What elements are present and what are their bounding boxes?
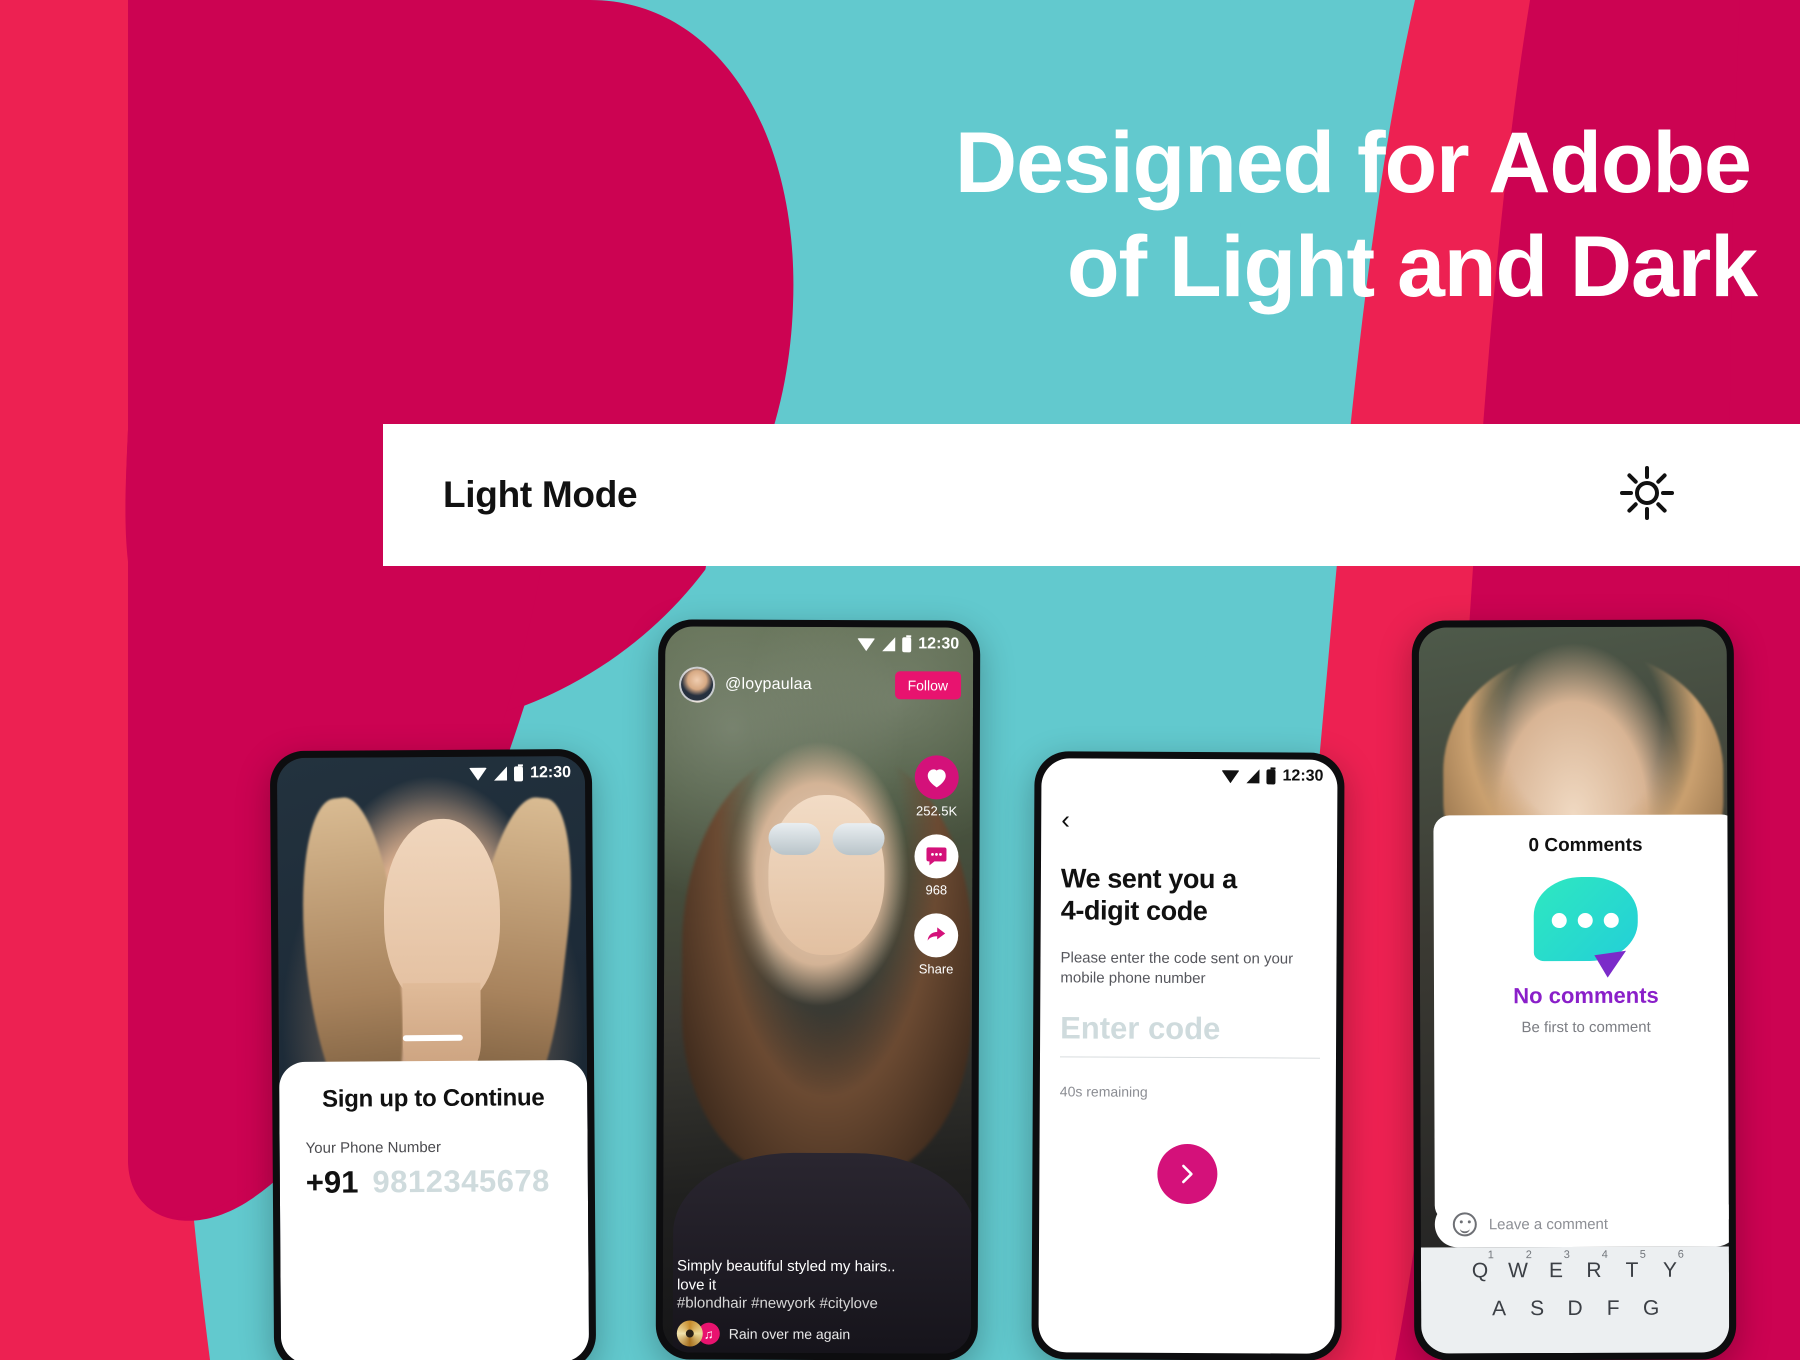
key-g[interactable]: G: [1639, 1297, 1663, 1321]
share-icon[interactable]: [914, 913, 959, 958]
key-e[interactable]: 3E: [1544, 1249, 1570, 1283]
key-t[interactable]: 5T: [1620, 1249, 1646, 1283]
status-time: 12:30: [918, 635, 960, 653]
poster-stage: Designed for Adobe of Light and Dark Lig…: [0, 0, 1800, 1360]
music-row[interactable]: ♫ Rain over me again: [676, 1320, 897, 1348]
status-bar-code: 12:30: [1041, 758, 1337, 794]
on-screen-keyboard[interactable]: 1Q 2W 3E 4R 5T 6Y A S D F G: [1420, 1246, 1730, 1354]
no-comments-subtitle: Be first to comment: [1521, 1018, 1651, 1037]
photo-sunglasses: [768, 822, 885, 857]
keyboard-row-1: 1Q 2W 3E 4R 5T 6Y: [1421, 1249, 1729, 1283]
music-title: Rain over me again: [728, 1325, 851, 1343]
code-title-line2: 4-digit code: [1060, 895, 1208, 926]
sun-icon[interactable]: [1619, 465, 1675, 526]
signup-title: Sign up to Continue: [322, 1084, 545, 1113]
battery-icon: [514, 765, 524, 781]
signup-sheet: Sign up to Continue Your Phone Number +9…: [279, 1059, 590, 1360]
caption-text: Simply beautiful styled my hairs.. love …: [676, 1257, 896, 1294]
music-disc-icon: [676, 1320, 703, 1347]
code-input-wrap[interactable]: Enter code: [1059, 1010, 1320, 1059]
next-button[interactable]: [1157, 1143, 1218, 1205]
status-time: 12:30: [530, 764, 572, 782]
feed-action-rail: 252.5K 968 Share: [914, 755, 959, 992]
key-f[interactable]: F: [1601, 1297, 1625, 1321]
comments-card: 0 Comments No comments Be first to comme…: [1433, 814, 1730, 1222]
code-title: We sent you a 4-digit code: [1061, 863, 1237, 928]
back-icon[interactable]: ‹: [1061, 804, 1070, 834]
comment-icon[interactable]: [914, 834, 959, 879]
key-r[interactable]: 4R: [1582, 1249, 1608, 1283]
gesture-indicator: [402, 1034, 463, 1042]
signal-icon: [1246, 769, 1260, 784]
like-count: 252.5K: [915, 803, 958, 819]
hero-headline-line2: of Light and Dark: [1067, 219, 1758, 315]
smiley-icon[interactable]: [1452, 1212, 1477, 1237]
hero-headline: Designed for Adobe of Light and Dark: [955, 120, 1800, 310]
key-s[interactable]: S: [1525, 1297, 1549, 1321]
comment-action[interactable]: 968: [914, 834, 959, 898]
key-y[interactable]: 6Y: [1658, 1249, 1684, 1283]
comment-input-bar[interactable]: Leave a comment: [1434, 1200, 1730, 1248]
chevron-right-icon: [1182, 1164, 1193, 1184]
comment-count: 968: [925, 882, 948, 898]
heart-icon[interactable]: [914, 755, 959, 800]
signal-icon: [494, 766, 508, 781]
signup-screen: 12:30 Sign up to Continue Your Phone Num…: [276, 755, 590, 1360]
speech-bubble-icon: [1533, 876, 1638, 980]
code-screen: 12:30 ‹ We sent you a 4-digit code Pleas…: [1038, 758, 1338, 1354]
avatar[interactable]: [679, 666, 716, 703]
caption-hashtags[interactable]: #blondhair #newyork #citylove: [677, 1295, 897, 1315]
comment-input-placeholder[interactable]: Leave a comment: [1489, 1215, 1608, 1232]
phone-mockup-code: 12:30 ‹ We sent you a 4-digit code Pleas…: [1031, 751, 1345, 1360]
code-title-line1: We sent you a: [1060, 863, 1237, 895]
key-q[interactable]: 1Q: [1468, 1249, 1494, 1283]
code-subtitle: Please enter the code sent on your mobil…: [1060, 949, 1294, 988]
wifi-icon: [469, 767, 488, 781]
status-bar-signup: 12:30: [277, 756, 585, 792]
wifi-icon: [1221, 769, 1240, 783]
follow-button[interactable]: Follow: [894, 671, 962, 700]
code-input-underline: [1059, 1056, 1320, 1059]
phone-mockup-feed: 12:30 @loypaulaa Follow 252.5K 968 Share…: [655, 619, 981, 1360]
signal-icon: [882, 637, 896, 652]
share-action[interactable]: Share: [914, 913, 959, 977]
feed-caption: Simply beautiful styled my hairs.. love …: [676, 1257, 897, 1348]
phone-mockup-signup: 12:30 Sign up to Continue Your Phone Num…: [269, 748, 597, 1360]
phone-field-label: Your Phone Number: [305, 1138, 442, 1157]
share-label: Share: [918, 961, 954, 977]
battery-icon: [902, 636, 912, 652]
hero-headline-line1: Designed for Adobe: [955, 115, 1752, 211]
photo-face: [768, 794, 885, 956]
like-action[interactable]: 252.5K: [914, 755, 959, 819]
no-comments-title: No comments: [1513, 982, 1659, 1009]
feed-screen: 12:30 @loypaulaa Follow 252.5K 968 Share…: [662, 626, 974, 1354]
country-code: +91: [305, 1164, 359, 1200]
keyboard-row-2: A S D F G: [1421, 1296, 1729, 1321]
comments-count-title: 0 Comments: [1528, 834, 1643, 857]
comments-screen: 0 Comments No comments Be first to comme…: [1418, 626, 1730, 1354]
feed-header: @loypaulaa Follow: [679, 666, 962, 704]
phone-number-input[interactable]: 9812345678: [372, 1163, 550, 1200]
code-timer: 40s remaining: [1059, 1083, 1148, 1100]
battery-icon: [1266, 768, 1276, 784]
wifi-icon: [857, 637, 876, 651]
phone-number-row[interactable]: +91 9812345678: [306, 1163, 562, 1201]
phone-mockup-comments: 0 Comments No comments Be first to comme…: [1411, 619, 1737, 1360]
user-handle[interactable]: @loypaulaa: [725, 676, 812, 694]
light-mode-bar[interactable]: Light Mode: [383, 424, 1800, 566]
status-bar-feed: 12:30: [665, 626, 973, 661]
photo-face: [383, 818, 501, 1010]
status-time: 12:30: [1282, 767, 1324, 785]
key-a[interactable]: A: [1487, 1297, 1511, 1321]
code-input[interactable]: Enter code: [1060, 1010, 1320, 1047]
key-d[interactable]: D: [1563, 1297, 1587, 1321]
key-w[interactable]: 2W: [1506, 1249, 1532, 1283]
light-mode-label: Light Mode: [443, 474, 638, 515]
